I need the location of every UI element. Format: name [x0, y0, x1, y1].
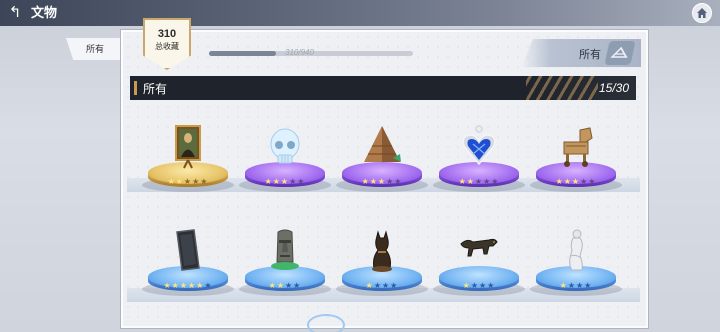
star-empty-icon: ★ [293, 281, 302, 290]
star-empty-icon: ★ [487, 281, 496, 290]
artifact-venus-statue[interactable]: ★★★★ [530, 228, 622, 318]
rarity-stars: ★★★★★ [148, 177, 228, 187]
star-filled-icon: ★ [163, 281, 172, 290]
home-icon[interactable] [692, 3, 712, 23]
star-empty-icon: ★ [204, 281, 213, 290]
trojan-horse-icon [556, 124, 596, 170]
page-title: 文物 [31, 5, 58, 20]
venus-statue-icon [556, 228, 596, 274]
rarity-stars: ★★★★ [439, 281, 519, 291]
star-filled-icon: ★ [280, 177, 290, 186]
star-empty-icon: ★ [373, 281, 382, 290]
star-filled-icon: ★ [272, 177, 281, 186]
collection-progress-fill [209, 51, 277, 56]
star-filled-icon: ★ [365, 281, 374, 290]
rarity-stars: ★★★★ [536, 281, 616, 291]
star-filled-icon: ★ [268, 281, 277, 290]
star-empty-icon: ★ [285, 281, 294, 290]
star-filled-icon: ★ [571, 177, 581, 186]
star-filled-icon: ★ [462, 281, 471, 290]
leopard-icon [459, 228, 499, 274]
pyramid-icon [362, 124, 402, 170]
collection-count: 310 [157, 28, 177, 40]
artifact-bastet-cat[interactable]: ★★★★ [336, 228, 428, 318]
star-filled-icon: ★ [458, 177, 467, 186]
star-empty-icon: ★ [390, 281, 399, 290]
star-empty-icon: ★ [382, 281, 391, 290]
star-filled-icon: ★ [276, 281, 285, 290]
header-accent [134, 81, 137, 95]
artifact-monolith-slab[interactable]: ★★★★★★ [142, 228, 234, 318]
filter-icon [604, 41, 636, 65]
mona-lisa-icon [168, 124, 208, 170]
filter-label: 所有 [579, 49, 601, 61]
collection-label: 总收藏 [155, 42, 179, 51]
artifact-trojan-horse[interactable]: ★★★★★ [530, 124, 622, 214]
rarity-stars: ★★★★ [245, 281, 325, 291]
top-bar: ↰ 文物 [0, 0, 720, 26]
star-filled-icon: ★ [559, 281, 568, 290]
bastet-cat-icon [362, 228, 402, 274]
artifact-heart-pendant[interactable]: ★★★★★ [433, 124, 525, 214]
star-empty-icon: ★ [394, 177, 403, 186]
monolith-slab-icon [168, 228, 208, 274]
star-empty-icon: ★ [183, 177, 193, 186]
section-title: 所有 [143, 82, 168, 96]
rarity-stars: ★★★★★ [245, 177, 325, 187]
star-filled-icon: ★ [361, 177, 370, 186]
star-empty-icon: ★ [297, 177, 306, 186]
header-stripes [526, 76, 598, 100]
star-filled-icon: ★ [466, 177, 475, 186]
rarity-stars: ★★★★★ [439, 177, 519, 187]
star-filled-icon: ★ [563, 177, 572, 186]
star-filled-icon: ★ [264, 177, 273, 186]
star-empty-icon: ★ [200, 177, 209, 186]
rarity-stars: ★★★★★★ [148, 281, 228, 291]
star-empty-icon: ★ [474, 177, 484, 186]
star-empty-icon: ★ [470, 281, 479, 290]
scroll-indicator [307, 314, 345, 332]
artifact-moai-statue[interactable]: ★★★★ [239, 228, 331, 318]
artifact-crystal-skull[interactable]: ★★★★★ [239, 124, 331, 214]
star-empty-icon: ★ [479, 281, 488, 290]
moai-statue-icon [265, 228, 305, 274]
artifact-leopard[interactable]: ★★★★ [433, 228, 525, 318]
star-filled-icon: ★ [188, 281, 197, 290]
section-count: 15/30 [598, 81, 629, 95]
rarity-stars: ★★★★★ [342, 177, 422, 187]
rarity-stars: ★★★★ [342, 281, 422, 291]
filter-button[interactable]: 所有 [521, 39, 641, 67]
artifact-mona-lisa[interactable]: ★★★★★ [142, 124, 234, 214]
star-filled-icon: ★ [179, 281, 188, 290]
rarity-stars: ★★★★★ [536, 177, 616, 187]
star-empty-icon: ★ [491, 177, 500, 186]
star-empty-icon: ★ [584, 281, 593, 290]
crystal-skull-icon [265, 124, 305, 170]
collection-progress-text: 310/940 [285, 48, 314, 57]
star-filled-icon: ★ [175, 177, 184, 186]
heart-pendant-icon [459, 124, 499, 170]
section-header: 所有 15/30 [130, 76, 636, 100]
star-empty-icon: ★ [576, 281, 585, 290]
star-filled-icon: ★ [171, 281, 180, 290]
star-filled-icon: ★ [377, 177, 387, 186]
star-filled-icon: ★ [167, 177, 176, 186]
artifact-pyramid[interactable]: ★★★★★ [336, 124, 428, 214]
category-tab-all[interactable]: 所有 [66, 38, 126, 60]
back-arrow-icon[interactable]: ↰ [6, 4, 24, 22]
star-empty-icon: ★ [567, 281, 576, 290]
star-empty-icon: ★ [588, 177, 597, 186]
star-filled-icon: ★ [369, 177, 378, 186]
star-filled-icon: ★ [555, 177, 564, 186]
